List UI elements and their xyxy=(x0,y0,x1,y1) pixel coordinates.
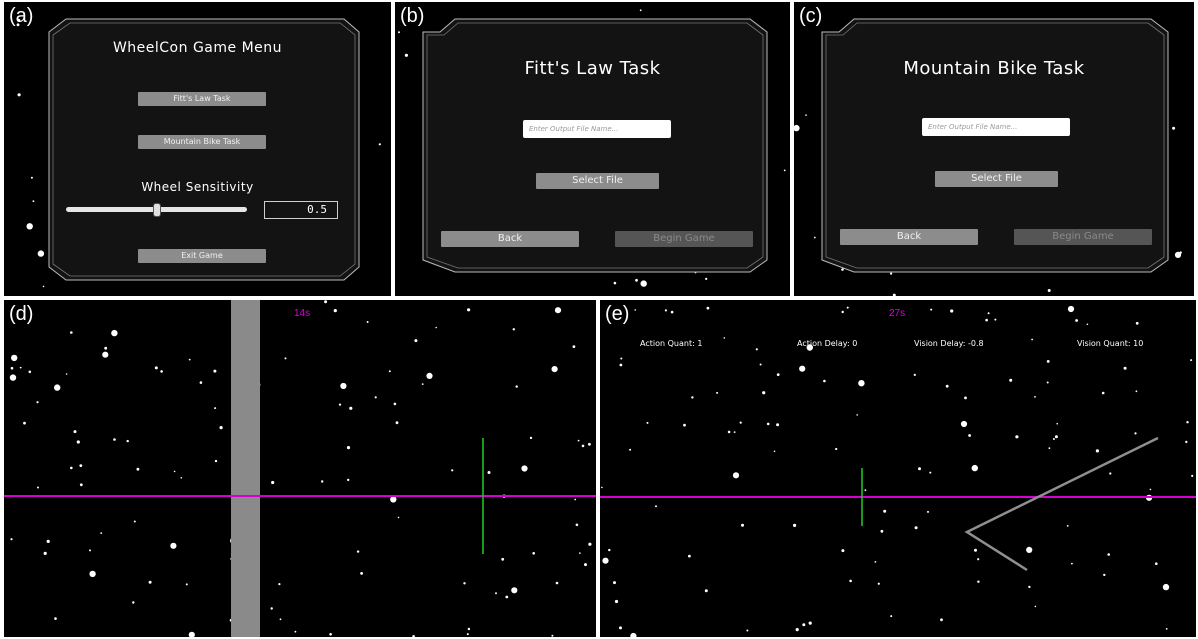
sensitivity-value-field[interactable]: 0.5 xyxy=(264,201,338,219)
select-file-button[interactable]: Select File xyxy=(536,173,659,189)
menu-title: WheelCon Game Menu xyxy=(112,40,283,56)
sensitivity-slider-handle[interactable] xyxy=(152,203,161,217)
vision-delay-readout: Vision Delay: -0.8 xyxy=(914,339,984,348)
back-button-bike[interactable]: Back xyxy=(840,229,978,245)
bike-game-scene xyxy=(600,436,1196,572)
action-quant-readout: Action Quant: 1 xyxy=(640,339,703,348)
bike-title: Mountain Bike Task xyxy=(903,58,1085,79)
fitts-timer: 14s xyxy=(294,308,311,319)
panel-label-b: (b) xyxy=(400,5,425,27)
fitts-game-scene xyxy=(4,300,596,637)
menu-frame-c xyxy=(821,18,1169,273)
panel-label-d: (d) xyxy=(9,303,34,325)
fitts-title: Fitt's Law Task xyxy=(524,58,661,79)
panel-label-a: (a) xyxy=(9,5,34,27)
back-button[interactable]: Back xyxy=(441,231,579,247)
panel-c-bike-setup: (c) Mountain Bike Task Select File Back … xyxy=(794,2,1194,296)
vision-quant-readout: Vision Quant: 10 xyxy=(1077,339,1144,348)
panel-d-fitts-gameplay: (d) 14s xyxy=(4,300,596,637)
panel-divider xyxy=(596,300,600,637)
exit-game-button[interactable]: Exit Game xyxy=(138,249,266,263)
panel-label-c: (c) xyxy=(799,5,823,27)
gray-trail-path xyxy=(964,436,1159,572)
panel-e-bike-gameplay: (e) 27s Action Quant: 1 Action Delay: 0 … xyxy=(600,300,1196,637)
panel-b-fitts-setup: (b) Fitt's Law Task Select File Back Beg… xyxy=(395,2,790,296)
select-file-button-bike[interactable]: Select File xyxy=(935,171,1058,187)
output-file-name-input-bike[interactable] xyxy=(922,118,1070,136)
target-obstacle-bar xyxy=(231,300,260,637)
mountain-bike-task-button[interactable]: Mountain Bike Task xyxy=(138,135,266,149)
panel-a-main-menu: (a) WheelCon Game Menu Fitt's Law Task M… xyxy=(4,2,391,296)
wheel-sensitivity-label: Wheel Sensitivity xyxy=(141,180,254,194)
begin-game-button[interactable]: Begin Game xyxy=(615,231,753,247)
action-delay-readout: Action Delay: 0 xyxy=(797,339,858,348)
menu-frame-b xyxy=(422,18,768,273)
bike-timer: 27s xyxy=(889,308,906,319)
begin-game-button-bike[interactable]: Begin Game xyxy=(1014,229,1152,245)
output-file-name-input[interactable] xyxy=(523,120,671,138)
panel-label-e: (e) xyxy=(605,303,630,325)
fitts-law-task-button[interactable]: Fitt's Law Task xyxy=(138,92,266,106)
